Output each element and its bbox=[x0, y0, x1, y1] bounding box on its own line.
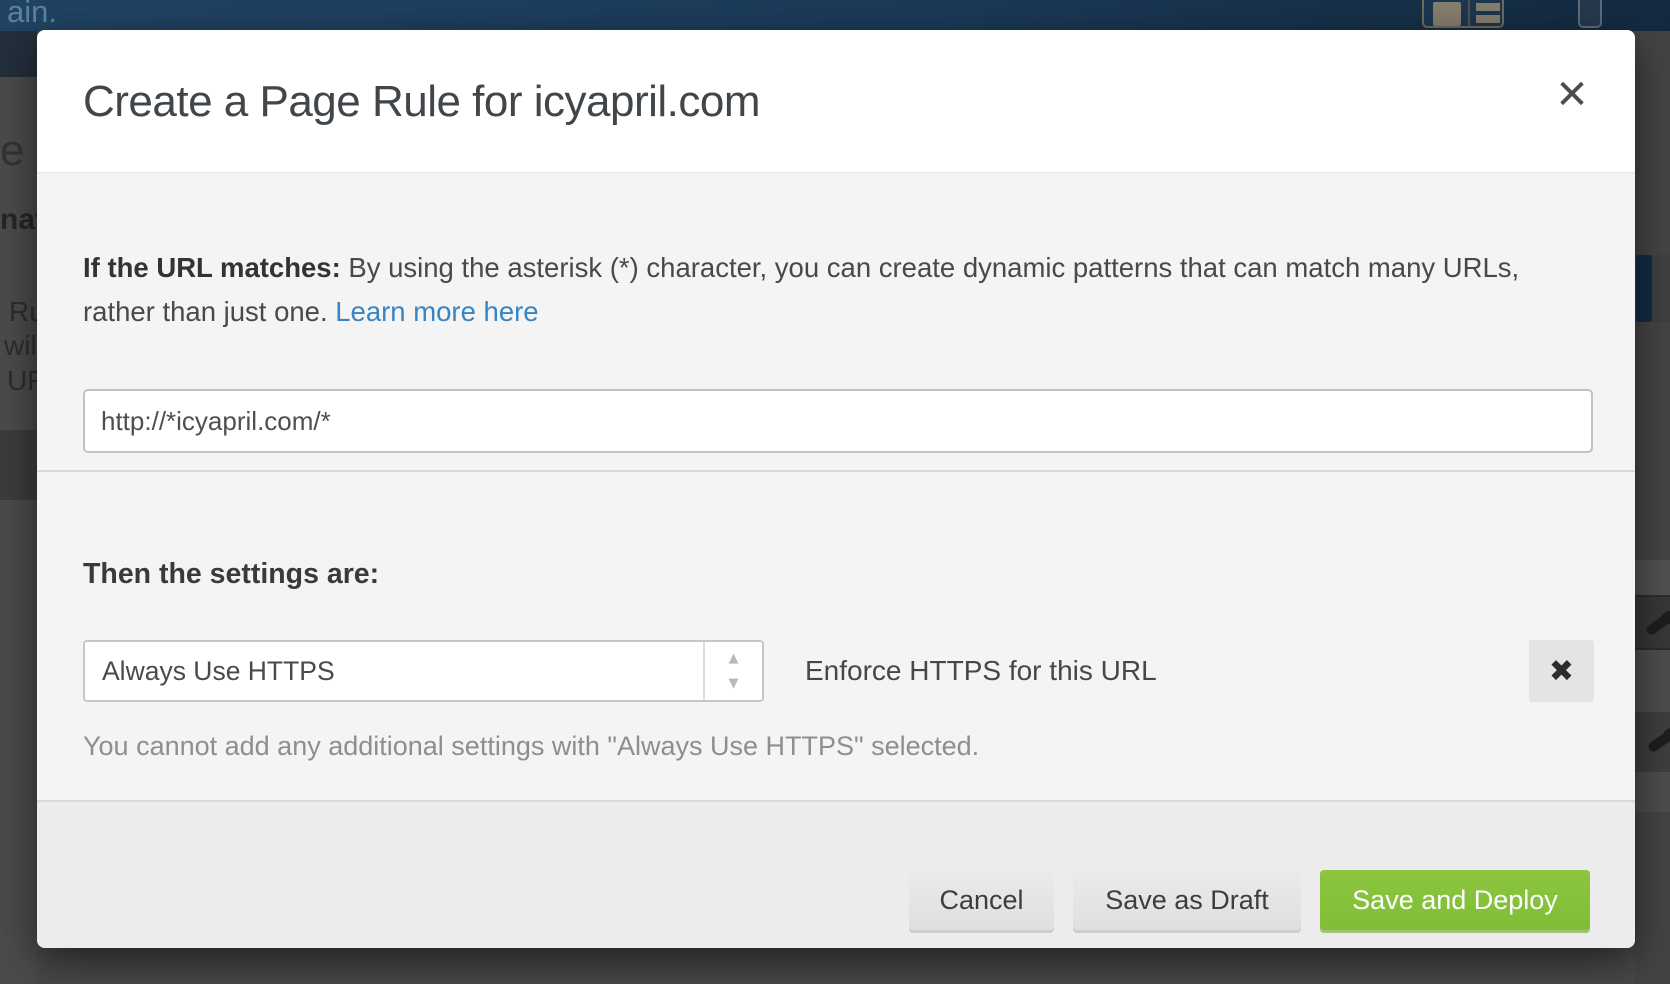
dimmed-row bbox=[1635, 772, 1670, 812]
divider bbox=[1468, 0, 1470, 26]
dimmed-blue-button bbox=[1636, 255, 1652, 322]
grid-view-icon bbox=[1433, 2, 1461, 26]
url-match-description: If the URL matches: By using the asteris… bbox=[83, 246, 1583, 334]
url-match-label: If the URL matches: bbox=[83, 252, 341, 283]
modal-header: Create a Page Rule for icyapril.com ✕ bbox=[37, 30, 1635, 173]
dimmed-page-left: e nav Ru will UR bbox=[0, 31, 37, 984]
dimmed-row bbox=[1635, 595, 1670, 650]
list-view-icon bbox=[1476, 15, 1500, 23]
dimmed-row bbox=[1635, 712, 1670, 772]
settings-heading: Then the settings are: bbox=[83, 558, 379, 591]
dimmed-table-header bbox=[0, 430, 37, 500]
dimmed-text-fragment: e bbox=[0, 126, 24, 176]
settings-helper-text: You cannot add any additional settings w… bbox=[83, 731, 979, 762]
dimmed-page-right bbox=[1635, 31, 1670, 984]
modal-footer: Cancel Save as Draft Save and Deploy bbox=[37, 800, 1635, 948]
setting-select-value: Always Use HTTPS bbox=[102, 642, 335, 700]
view-toggle-icon bbox=[1422, 0, 1504, 28]
save-as-draft-button[interactable]: Save as Draft bbox=[1073, 870, 1301, 930]
modal-title: Create a Page Rule for icyapril.com bbox=[83, 77, 760, 127]
url-match-section: If the URL matches: By using the asteris… bbox=[37, 174, 1635, 470]
background-navbar: ain. bbox=[0, 0, 1670, 31]
wrench-icon bbox=[1645, 724, 1670, 758]
list-view-icon bbox=[1476, 3, 1500, 11]
setting-select[interactable]: Always Use HTTPS ▲ ▼ bbox=[83, 640, 764, 702]
close-icon[interactable]: ✕ bbox=[1547, 70, 1597, 120]
settings-section: Then the settings are: Always Use HTTPS … bbox=[37, 472, 1635, 830]
chevron-up-icon: ▲ bbox=[729, 651, 739, 666]
create-page-rule-modal: Create a Page Rule for icyapril.com ✕ If… bbox=[37, 30, 1635, 948]
chevron-down-icon: ▼ bbox=[729, 676, 739, 691]
remove-setting-button[interactable]: ✖ bbox=[1529, 640, 1594, 702]
dimmed-row bbox=[1635, 560, 1670, 595]
dimmed-row bbox=[1635, 650, 1670, 712]
select-stepper: ▲ ▼ bbox=[703, 642, 762, 700]
background-navbar-text: ain. bbox=[7, 0, 57, 30]
setting-description: Enforce HTTPS for this URL bbox=[805, 642, 1157, 700]
learn-more-link[interactable]: Learn more here bbox=[335, 296, 538, 327]
url-pattern-input[interactable] bbox=[83, 389, 1593, 453]
dimmed-navbar-edge bbox=[0, 31, 37, 77]
save-and-deploy-button[interactable]: Save and Deploy bbox=[1320, 870, 1590, 930]
cancel-button[interactable]: Cancel bbox=[909, 870, 1054, 930]
wrench-icon bbox=[1643, 607, 1670, 641]
dimmed-page-bottom bbox=[37, 948, 1635, 984]
remove-icon: ✖ bbox=[1549, 654, 1574, 689]
navbar-button-icon bbox=[1578, 0, 1602, 28]
screen: ain. e nav Ru will UR bbox=[0, 0, 1670, 984]
